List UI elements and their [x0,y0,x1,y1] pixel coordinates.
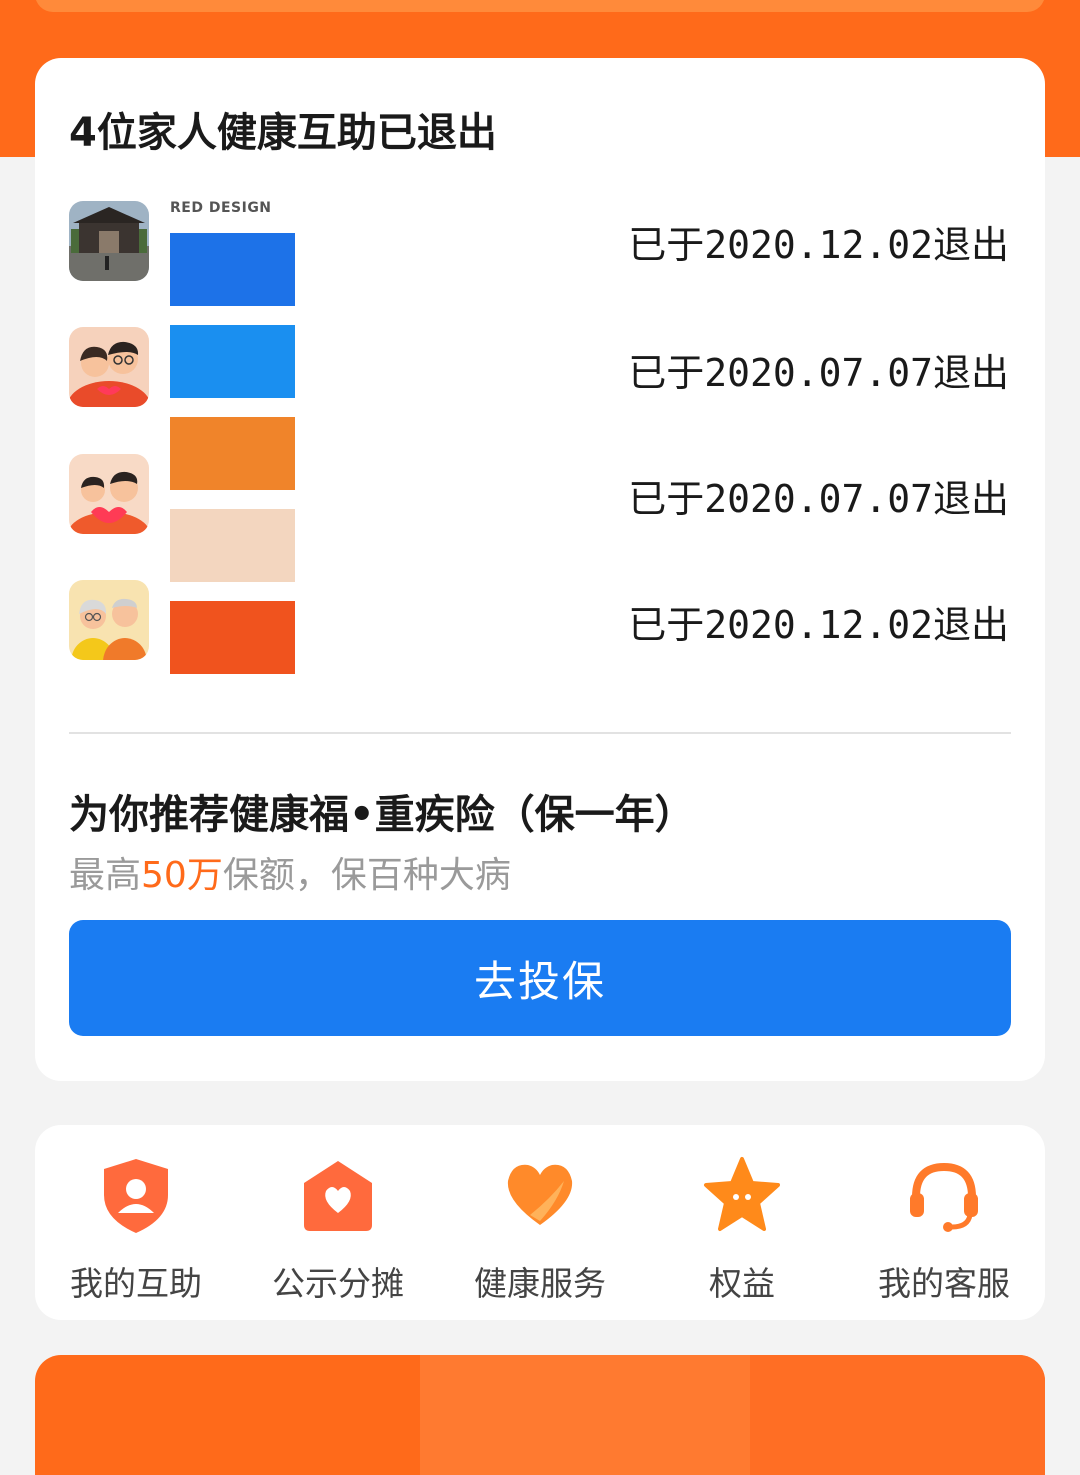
nav-customer-service[interactable]: 我的客服 [843,1125,1045,1320]
star-icon [702,1155,782,1235]
promo-banner[interactable] [35,1355,1045,1475]
nav-public-share[interactable]: 公示分摊 [237,1125,439,1320]
nav-label: 权益 [709,1264,775,1303]
nav-label: 健康服务 [474,1264,606,1303]
banner-panel [420,1355,750,1475]
house-heart-icon [298,1155,378,1235]
palette-swatch [170,601,295,674]
member-exit-date: 已于2020.07.07退出 [628,351,1009,395]
heart-hand-icon [500,1155,580,1235]
coverage-amount: 50万 [141,855,223,896]
nav-label: 我的互助 [70,1264,202,1303]
palette-swatch [170,325,295,398]
member-exit-date: 已于2020.12.02退出 [628,603,1009,647]
palette-swatch [170,417,295,490]
palette-caption: RED DESIGN [170,200,272,216]
couple-heart-avatar [69,454,149,534]
recommend-subtitle: 最高50万保额，保百种大病 [69,846,511,898]
member-exit-date: 已于2020.12.02退出 [628,223,1009,267]
recommend-title: 为你推荐健康福•重疾险（保一年） [69,792,695,838]
palette-swatch [170,233,295,306]
nav-health-service[interactable]: 健康服务 [439,1125,641,1320]
nav-label: 公示分摊 [272,1264,404,1303]
nav-my-mutual-aid[interactable]: 我的互助 [35,1125,237,1320]
young-couple-avatar [69,327,149,407]
divider [69,732,1011,734]
nav-benefits[interactable]: 权益 [641,1125,843,1320]
shield-person-icon [96,1155,176,1235]
service-nav: 我的互助 公示分摊 健康服务 权益 我的客服 [35,1125,1045,1320]
headset-icon [904,1155,984,1235]
exited-card-title: 4位家人健康互助已退出 [69,110,497,156]
insure-button[interactable]: 去投保 [69,920,1011,1036]
previous-card-edge [35,0,1045,12]
banner-panel [750,1355,1045,1475]
temple-photo-avatar [69,201,149,281]
subtitle-suffix: 保额，保百种大病 [222,855,511,896]
elderly-couple-avatar [69,580,149,660]
palette-swatch [170,509,295,582]
exited-members-card: 4位家人健康互助已退出 已于2020.12.02退出 已于2020.07.07退… [35,58,1045,1081]
subtitle-prefix: 最高 [69,855,142,896]
nav-label: 我的客服 [878,1264,1010,1303]
member-exit-date: 已于2020.07.07退出 [628,477,1009,521]
